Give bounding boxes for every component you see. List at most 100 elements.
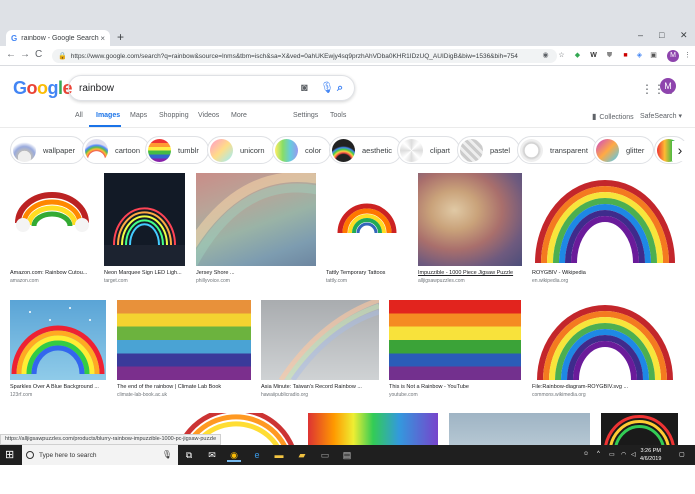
chip-aesthetic[interactable]: aesthetic bbox=[329, 136, 403, 164]
result-image[interactable] bbox=[418, 173, 522, 266]
chip-wallpaper[interactable]: wallpaper bbox=[10, 136, 86, 164]
result-caption[interactable]: The end of the rainbow | Climate Lab Boo… bbox=[117, 384, 251, 390]
result-image[interactable] bbox=[117, 300, 251, 380]
task-view-icon[interactable]: ⧉ bbox=[182, 448, 196, 462]
address-bar[interactable]: 🔒 https://www.google.com/search?q=rainbo… bbox=[52, 49, 557, 63]
result-image[interactable] bbox=[532, 300, 678, 380]
taskbar-clock[interactable]: 3:26 PM 4/6/2019 bbox=[640, 447, 661, 463]
reload-button[interactable]: C bbox=[35, 49, 42, 60]
edge-icon[interactable]: e bbox=[250, 448, 264, 462]
chevron-right-icon[interactable]: › bbox=[672, 141, 688, 161]
result-image[interactable] bbox=[196, 173, 316, 266]
star-bookmark-icon[interactable]: ☆ bbox=[556, 50, 567, 61]
result-image[interactable] bbox=[389, 300, 521, 380]
mail-icon[interactable]: ✉ bbox=[205, 448, 219, 462]
result-image[interactable] bbox=[532, 173, 678, 266]
chrome-icon[interactable]: ◉ bbox=[227, 448, 241, 462]
image-result[interactable]: Neon Marquee Sign LED Ligh... target.com bbox=[104, 173, 185, 284]
tab-settings[interactable]: Settings bbox=[293, 112, 318, 119]
image-result[interactable]: Impuzzible - 1000 Piece Jigsaw Puzzle al… bbox=[418, 173, 522, 284]
tab-all[interactable]: All bbox=[75, 112, 83, 119]
chip-unicorn[interactable]: unicorn bbox=[207, 136, 275, 164]
chip-glitter[interactable]: glitter bbox=[593, 136, 655, 164]
folder-icon[interactable]: ▰ bbox=[295, 448, 309, 462]
extension-icon[interactable]: W bbox=[588, 50, 599, 61]
file-explorer-icon[interactable]: ▬ bbox=[272, 448, 286, 462]
back-button[interactable]: ← bbox=[6, 49, 16, 60]
result-caption[interactable]: Tattly Temporary Tattoos bbox=[326, 270, 408, 276]
collections-link[interactable]: ▮ Collections bbox=[592, 112, 634, 121]
windows-start-icon[interactable]: ⊞ bbox=[5, 449, 14, 461]
forward-button[interactable]: → bbox=[20, 49, 30, 60]
media-icon[interactable]: ▭ bbox=[318, 448, 332, 462]
new-tab-button[interactable]: + bbox=[117, 30, 124, 44]
chip-tumblr[interactable]: tumblr bbox=[145, 136, 209, 164]
google-logo[interactable]: Google bbox=[13, 78, 73, 99]
image-result[interactable]: Sparkles Over A Blue Background ... 123r… bbox=[10, 300, 106, 398]
notifications-icon[interactable]: ▢ bbox=[679, 451, 685, 458]
safesearch-toggle[interactable]: SafeSearch ▾ bbox=[640, 112, 682, 120]
search-icon[interactable]: ⌕ bbox=[337, 82, 343, 94]
extension-icon[interactable]: ▣ bbox=[648, 50, 659, 61]
extension-icon[interactable]: ◉ bbox=[540, 50, 551, 61]
result-caption[interactable]: File:Rainbow-diagram-ROYGBIV.svg ... bbox=[532, 384, 678, 390]
result-image[interactable] bbox=[326, 173, 408, 266]
browser-profile-avatar[interactable]: M bbox=[667, 50, 679, 62]
avatar[interactable]: M bbox=[660, 78, 676, 94]
result-caption[interactable]: Impuzzible - 1000 Piece Jigsaw Puzzle bbox=[418, 270, 522, 276]
extension-icon[interactable]: ■ bbox=[620, 50, 631, 61]
result-caption[interactable]: Sparkles Over A Blue Background ... bbox=[10, 384, 106, 390]
chip-transparent[interactable]: transparent bbox=[517, 136, 598, 164]
tab-close-icon[interactable]: × bbox=[100, 34, 105, 43]
browser-tab[interactable]: G rainbow - Google Search × bbox=[6, 30, 110, 46]
image-result[interactable]: Asia Minute: Taiwan's Record Rainbow ...… bbox=[261, 300, 379, 398]
image-result[interactable] bbox=[601, 413, 678, 445]
extension-icon[interactable]: ◈ bbox=[634, 50, 645, 61]
minimize-button[interactable]: – bbox=[638, 30, 643, 40]
result-image[interactable] bbox=[10, 173, 95, 266]
result-caption[interactable]: This is Not a Rainbow - YouTube bbox=[389, 384, 521, 390]
result-image[interactable] bbox=[104, 173, 185, 266]
result-caption[interactable]: Neon Marquee Sign LED Ligh... bbox=[104, 270, 185, 276]
chip-clipart[interactable]: clipart bbox=[397, 136, 461, 164]
image-result[interactable]: This is Not a Rainbow - YouTube youtube.… bbox=[389, 300, 521, 398]
menu-icon[interactable]: ⋮ bbox=[682, 50, 693, 61]
result-caption[interactable]: ROYGBIV - Wikipedia bbox=[532, 270, 678, 276]
chevron-up-icon[interactable]: ^ bbox=[597, 451, 600, 457]
chip-pastel[interactable]: pastel bbox=[457, 136, 521, 164]
image-result[interactable]: Tattly Temporary Tattoos tattly.com bbox=[326, 173, 408, 284]
extension-icon[interactable]: ◆ bbox=[572, 50, 583, 61]
close-window-button[interactable]: ✕ bbox=[680, 30, 688, 41]
shield-icon[interactable]: ⛊ bbox=[604, 50, 615, 61]
document-icon[interactable]: ▤ bbox=[340, 448, 354, 462]
microphone-icon[interactable]: 🎙 bbox=[162, 450, 172, 459]
result-caption[interactable]: Jersey Shore ... bbox=[196, 270, 316, 276]
result-image[interactable] bbox=[601, 413, 678, 445]
image-result[interactable] bbox=[308, 413, 438, 445]
tab-tools[interactable]: Tools bbox=[330, 112, 346, 119]
result-image[interactable] bbox=[10, 300, 106, 380]
image-result[interactable]: Jersey Shore ... phillyvoice.com bbox=[196, 173, 316, 284]
result-caption[interactable]: Asia Minute: Taiwan's Record Rainbow ... bbox=[261, 384, 379, 390]
wifi-icon[interactable]: ◠ bbox=[621, 451, 626, 458]
image-result[interactable]: File:Rainbow-diagram-ROYGBIV.svg ... com… bbox=[532, 300, 678, 398]
camera-icon[interactable]: ◙ bbox=[301, 82, 308, 94]
tab-images[interactable]: Images bbox=[96, 112, 120, 119]
result-caption[interactable]: Amazon.com: Rainbow Cutou... bbox=[10, 270, 95, 276]
microphone-icon[interactable]: 🎙 bbox=[320, 82, 334, 94]
tab-shopping[interactable]: Shopping bbox=[159, 112, 189, 119]
tab-more[interactable]: More bbox=[231, 112, 247, 119]
maximize-button[interactable]: □ bbox=[659, 30, 664, 40]
result-image[interactable] bbox=[449, 413, 590, 445]
battery-icon[interactable]: ▭ bbox=[609, 451, 615, 458]
image-result[interactable]: Amazon.com: Rainbow Cutou... amazon.com bbox=[10, 173, 95, 284]
image-result[interactable] bbox=[449, 413, 590, 445]
taskbar-search[interactable]: Type here to search 🎙 bbox=[22, 445, 178, 465]
result-image[interactable] bbox=[261, 300, 379, 380]
tab-videos[interactable]: Videos bbox=[198, 112, 219, 119]
image-result[interactable]: The end of the rainbow | Climate Lab Boo… bbox=[117, 300, 251, 398]
image-result[interactable]: ROYGBIV - Wikipedia en.wikipedia.org bbox=[532, 173, 678, 284]
people-icon[interactable]: ☺ bbox=[583, 451, 589, 457]
result-image[interactable] bbox=[308, 413, 438, 445]
chip-cartoon[interactable]: cartoon bbox=[82, 136, 151, 164]
